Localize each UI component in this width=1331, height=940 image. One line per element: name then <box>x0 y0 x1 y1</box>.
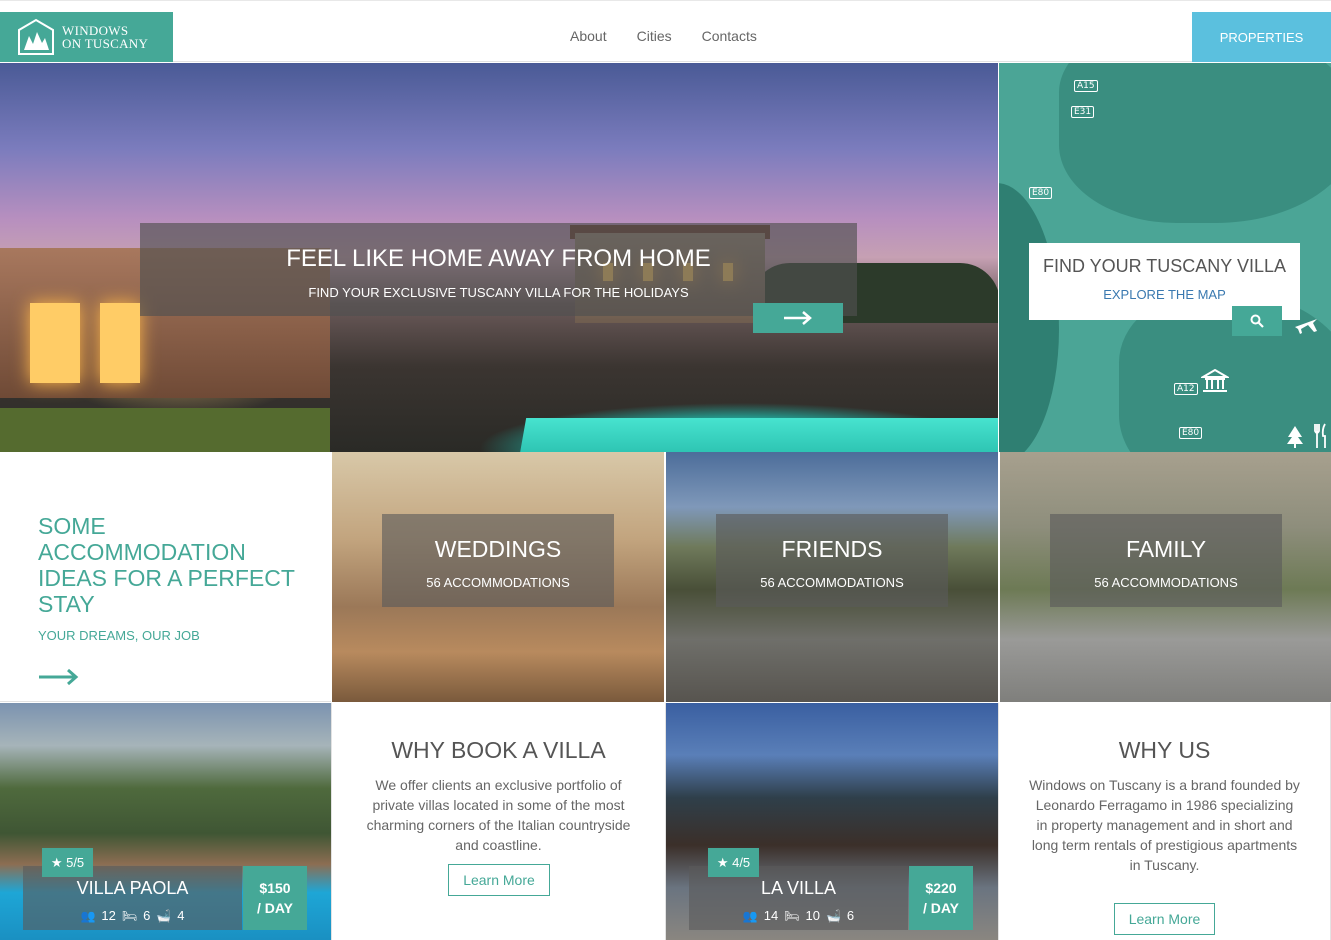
villa-name: VILLA PAOLA <box>76 878 189 898</box>
why-book-title: WHY BOOK A VILLA <box>391 737 606 763</box>
bed-icon: 🛏 <box>784 908 800 923</box>
nav-cities[interactable]: Cities <box>637 28 672 44</box>
guests-icon: 👥 <box>80 908 96 923</box>
road-label: E31 <box>1071 106 1095 118</box>
hero-banner: FEEL LIKE HOME AWAY FROM HOME FIND YOUR … <box>0 63 998 452</box>
main-nav: About Cities Contacts <box>570 28 757 44</box>
villa-guests: 12 <box>101 908 116 923</box>
villa-rating: 5/5 <box>66 855 85 870</box>
bath-icon: 🛁 <box>825 908 841 923</box>
category-tile-family[interactable]: FAMILY 56 ACCOMMODATIONS <box>1000 452 1331 702</box>
tree-icon <box>1287 426 1303 448</box>
category-title: FRIENDS <box>781 536 883 562</box>
category-caption[interactable]: FRIENDS 56 ACCOMMODATIONS <box>716 514 948 607</box>
arrow-right-icon <box>784 311 812 325</box>
villa-price: $220 <box>925 880 957 896</box>
villa-price: $150 <box>259 880 291 896</box>
star-icon: ★ <box>716 854 733 870</box>
villa-card-la-villa[interactable]: LA VILLA 👥 14 🛏 10 🛁 6 ★ 4/5 $220 / DAY <box>666 703 998 940</box>
museum-icon <box>1201 369 1229 392</box>
villa-rating-badge: ★ 4/5 <box>708 848 759 877</box>
category-title: FAMILY <box>1125 536 1207 562</box>
category-count: 56 ACCOMMODATIONS <box>1094 575 1238 590</box>
hero-subtitle: FIND YOUR EXCLUSIVE TUSCANY VILLA FOR TH… <box>308 285 689 300</box>
star-icon: ★ <box>50 854 67 870</box>
villa-rating-badge: ★ 5/5 <box>42 848 93 877</box>
guests-icon: 👥 <box>742 908 758 923</box>
map-land <box>1059 63 1331 223</box>
nav-contacts[interactable]: Contacts <box>702 28 757 44</box>
logo-line2: ON TUSCANY <box>62 36 149 51</box>
why-book-text: We offer clients an exclusive portfolio … <box>366 777 631 853</box>
map-title: FIND YOUR TUSCANY VILLA <box>1042 256 1287 276</box>
arrow-right-icon[interactable] <box>38 668 80 686</box>
hero-lawn <box>0 408 330 452</box>
villa-name: LA VILLA <box>760 878 837 898</box>
bath-icon: 🛁 <box>156 908 172 923</box>
hero-window <box>30 303 80 383</box>
why-us-text: Windows on Tuscany is a brand founded by… <box>1029 777 1300 873</box>
map-search-button[interactable] <box>1232 306 1282 336</box>
ideas-block: SOME ACCOMMODATION IDEAS FOR A PERFECT S… <box>0 452 331 702</box>
category-count: 56 ACCOMMODATIONS <box>426 575 570 590</box>
road-label: A12 <box>1174 383 1198 395</box>
category-caption[interactable]: WEDDINGS 56 ACCOMMODATIONS <box>382 514 614 607</box>
road-label: E80 <box>1179 427 1203 439</box>
villa-price-unit: / DAY <box>922 900 960 916</box>
category-caption[interactable]: FAMILY 56 ACCOMMODATIONS <box>1050 514 1282 607</box>
villa-guests: 14 <box>763 908 779 923</box>
why-us-block: WHY US Windows on Tuscany is a brand fou… <box>998 703 1331 940</box>
villa-baths: 4 <box>177 908 185 923</box>
site-logo[interactable]: WINDOWS ON TUSCANY <box>0 12 173 62</box>
villa-price-unit: / DAY <box>256 900 294 916</box>
road-label: E80 <box>1029 187 1053 199</box>
logo-text: WINDOWS ON TUSCANY <box>62 24 148 50</box>
map-panel[interactable]: A15 E31 E80 A12 E80 FIND YOUR TUSCANY VI… <box>999 63 1331 452</box>
cutlery-icon <box>1314 423 1326 448</box>
learn-more-button[interactable]: Learn More <box>448 864 550 896</box>
villa-price-badge[interactable]: $150 / DAY <box>243 866 307 930</box>
learn-more-button[interactable]: Learn More <box>1114 903 1215 935</box>
explore-map-link[interactable]: EXPLORE THE MAP <box>1029 287 1300 302</box>
category-tile-weddings[interactable]: WEDDINGS 56 ACCOMMODATIONS <box>332 452 664 702</box>
why-book-block: WHY BOOK A VILLA We offer clients an exc… <box>331 703 666 940</box>
search-icon <box>1250 314 1264 328</box>
villa-beds: 10 <box>805 908 820 923</box>
category-count: 56 ACCOMMODATIONS <box>760 575 904 590</box>
road-label: A15 <box>1074 80 1098 92</box>
why-us-title: WHY US <box>1118 737 1211 763</box>
hero-title: FEEL LIKE HOME AWAY FROM HOME <box>286 245 711 272</box>
hero-window <box>100 303 140 383</box>
nav-about[interactable]: About <box>570 28 607 44</box>
villa-price-badge[interactable]: $220 / DAY <box>909 866 973 930</box>
ideas-subtitle: YOUR DREAMS, OUR JOB <box>38 628 200 643</box>
villa-features: 👥 12 🛏 6 🛁 4 <box>23 908 242 923</box>
bed-icon: 🛏 <box>121 908 138 923</box>
hero-caption: FEEL LIKE HOME AWAY FROM HOME FIND YOUR … <box>140 223 857 316</box>
properties-button[interactable]: PROPERTIES <box>1192 12 1331 62</box>
logo-window-icon <box>18 18 54 55</box>
villa-features: 👥 14 🛏 10 🛁 6 <box>689 908 908 923</box>
category-tile-friends[interactable]: FRIENDS 56 ACCOMMODATIONS <box>666 452 998 702</box>
hero-arrow-button[interactable] <box>753 303 843 333</box>
ideas-title: SOME ACCOMMODATION IDEAS FOR A PERFECT S… <box>38 513 295 617</box>
site-header: WINDOWS ON TUSCANY About Cities Contacts… <box>0 0 1331 62</box>
villa-rating: 4/5 <box>732 855 751 870</box>
villa-card-paola[interactable]: VILLA PAOLA 👥 12 🛏 6 🛁 4 ★ 5/5 $150 / DAY <box>0 703 331 940</box>
villa-beds: 6 <box>143 908 151 923</box>
hero-pool <box>513 418 998 452</box>
villa-baths: 6 <box>846 908 855 923</box>
category-title: WEDDINGS <box>434 536 562 562</box>
